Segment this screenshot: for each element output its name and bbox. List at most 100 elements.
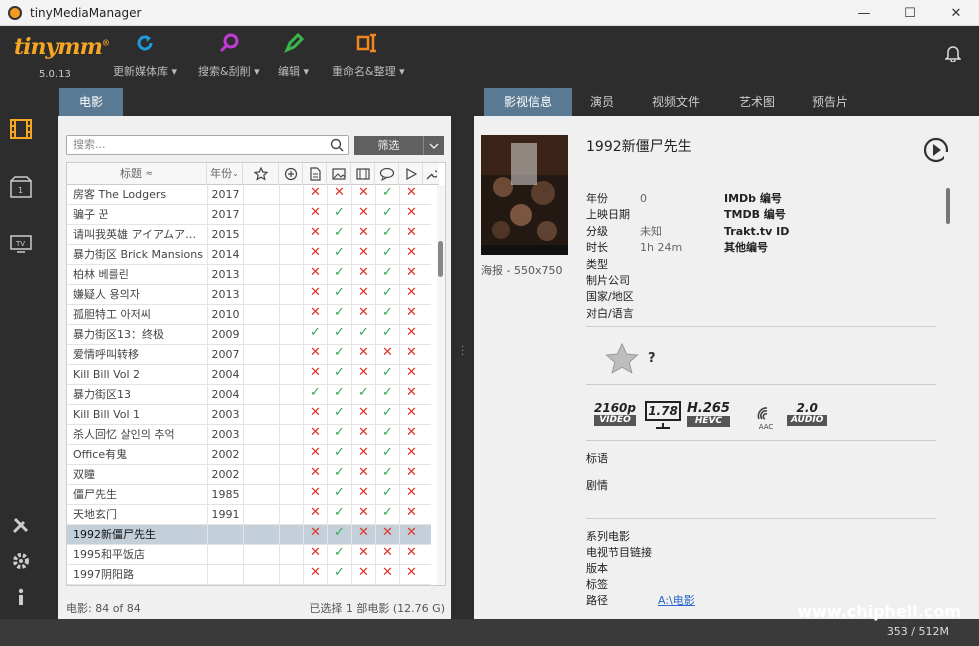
splitter-grip-icon[interactable]: · · · — [461, 343, 465, 361]
movie-detail-panel: 影视信息 演员 视频文件 艺术图 预告片 海报 - 550x750 1992新僵尸先生 … — [474, 86, 979, 619]
tab-detail-1[interactable]: 演员 — [572, 88, 632, 116]
cross-icon: ✕ — [351, 365, 375, 385]
detail-scrollbar[interactable] — [944, 152, 952, 618]
table-row[interactable]: 1995和平饭店 ✕ ✓ ✕ ✕ ✕ — [67, 545, 431, 565]
tab-detail-3[interactable]: 艺术图 — [720, 88, 794, 116]
cross-icon: ✕ — [303, 285, 327, 305]
row-new — [279, 545, 303, 565]
row-year: 2003 — [207, 405, 243, 425]
column-year[interactable]: 年份 ⌄ — [207, 163, 243, 185]
cross-icon: ✕ — [399, 225, 423, 245]
tab-detail-2[interactable]: 视频文件 — [632, 88, 720, 116]
row-new — [279, 205, 303, 225]
tab-detail-0[interactable]: 影视信息 — [484, 88, 572, 122]
row-rating — [243, 185, 279, 205]
table-row[interactable]: 嫌疑人 용의자 2013 ✕ ✓ ✕ ✓ ✕ — [67, 285, 431, 305]
table-row[interactable]: 天地玄门 1991 ✕ ✓ ✕ ✓ ✕ — [67, 505, 431, 525]
plot-label: 剧情 — [586, 479, 608, 492]
table-row[interactable]: 双瞳 2002 ✕ ✓ ✕ ✓ ✕ — [67, 465, 431, 485]
minimize-button[interactable]: — — [841, 0, 887, 26]
table-row[interactable]: 房客 The Lodgers 2017 ✕ ✕ ✕ ✓ ✕ — [67, 185, 431, 205]
row-title: Kill Bill Vol 1 — [73, 408, 141, 421]
column-title-label: 标题 — [119, 167, 142, 180]
bell-icon[interactable] — [945, 44, 961, 62]
update-library-button[interactable]: 更新媒体库 ▾ — [113, 32, 177, 79]
detail-scrollbar-thumb[interactable] — [946, 188, 950, 224]
row-year: 1985 — [207, 485, 243, 505]
app-icon — [8, 5, 22, 20]
wrench-icon — [426, 170, 437, 180]
column-trailer[interactable] — [351, 163, 375, 185]
extra-field-label: 标签 — [586, 578, 608, 591]
table-row[interactable]: Kill Bill Vol 1 2003 ✕ ✓ ✕ ✓ ✕ — [67, 405, 431, 425]
table-row[interactable]: 1992新僵尸先生 ✕ ✓ ✕ ✕ ✕ — [67, 525, 431, 545]
poster-image[interactable] — [481, 135, 568, 255]
scrollbar-thumb[interactable] — [438, 241, 443, 277]
audio-wave-icon — [757, 407, 768, 420]
column-settings[interactable] — [423, 163, 439, 185]
search-input[interactable]: 搜索... — [66, 135, 349, 155]
aspect-ratio-badge: 1.78 — [645, 401, 681, 421]
table-row[interactable]: 僵尸先生 1985 ✕ ✓ ✕ ✓ ✕ — [67, 485, 431, 505]
search-scrape-button[interactable]: 搜索&刮削 ▾ — [198, 32, 260, 79]
edit-label: 编辑 — [278, 65, 300, 78]
detail-tabs: 影视信息 演员 视频文件 艺术图 预告片 — [474, 86, 979, 122]
table-row[interactable]: 暴力街区 Brick Mansions 2014 ✕ ✓ ✕ ✓ ✕ — [67, 245, 431, 265]
row-rating — [243, 505, 279, 525]
table-row[interactable]: Office有鬼 2002 ✕ ✓ ✕ ✓ ✕ — [67, 445, 431, 465]
sidebar-item-moviesets[interactable]: 1 — [0, 166, 42, 208]
row-year: 2010 — [207, 305, 243, 325]
column-title[interactable]: 标题 ≈ — [67, 163, 207, 185]
sidebar-item-movies[interactable] — [0, 108, 42, 150]
movie-path-link[interactable]: A:\电影 — [658, 592, 695, 608]
maximize-button[interactable]: ☐ — [887, 0, 933, 26]
rename-organize-button[interactable]: 重命名&整理 ▾ — [332, 32, 405, 79]
chevron-down-icon[interactable] — [424, 136, 444, 155]
cross-icon: ✕ — [303, 305, 327, 325]
column-rating[interactable] — [243, 163, 279, 185]
update-library-label: 更新媒体库 — [113, 65, 168, 78]
field-label: 国家/地区 — [586, 290, 634, 304]
sidebar-item-tvshows[interactable]: TV — [0, 222, 42, 264]
table-row[interactable]: 柏林 베를린 2013 ✕ ✓ ✕ ✓ ✕ — [67, 265, 431, 285]
check-icon: ✓ — [327, 525, 351, 545]
row-rating — [243, 265, 279, 285]
row-rating — [243, 545, 279, 565]
table-row[interactable]: 孤胆特工 아저씨 2010 ✕ ✓ ✕ ✓ ✕ — [67, 305, 431, 325]
row-new — [279, 425, 303, 445]
column-watched[interactable] — [399, 163, 423, 185]
column-nfo[interactable] — [303, 163, 327, 185]
table-row[interactable]: 骗子 꾼 2017 ✕ ✓ ✕ ✓ ✕ — [67, 205, 431, 225]
external-id-label: TMDB 编号 — [724, 208, 786, 222]
search-icon[interactable] — [330, 138, 344, 152]
table-row[interactable]: 杀人回忆 살인의 추억 2003 ✕ ✓ ✕ ✓ ✕ — [67, 425, 431, 445]
table-row[interactable]: Kill Bill Vol 2 2004 ✕ ✓ ✕ ✓ ✕ — [67, 365, 431, 385]
row-title: 僵尸先生 — [73, 488, 117, 501]
field-label: 时长 — [586, 241, 608, 255]
edit-button[interactable]: 编辑 ▾ — [278, 32, 309, 79]
tab-detail-4[interactable]: 预告片 — [794, 88, 866, 116]
table-row[interactable]: 暴力街区13 2004 ✓ ✓ ✓ ✓ ✕ — [67, 385, 431, 405]
speech-bubble-icon — [379, 167, 394, 181]
check-icon: ✓ — [327, 545, 351, 565]
sidebar-item-info[interactable] — [0, 576, 42, 618]
table-row[interactable]: 爱情呼叫转移 2007 ✕ ✓ ✕ ✕ ✕ — [67, 345, 431, 365]
check-icon: ✓ — [375, 465, 399, 485]
table-row[interactable]: 暴力街区13：终极 2009 ✓ ✓ ✓ ✓ ✕ — [67, 325, 431, 345]
row-year: 2004 — [207, 365, 243, 385]
cross-icon: ✕ — [327, 185, 351, 205]
column-new[interactable] — [279, 163, 303, 185]
list-scrollbar[interactable] — [437, 185, 445, 585]
row-title: 嫌疑人 용의자 — [73, 288, 140, 301]
row-rating — [243, 325, 279, 345]
close-button[interactable]: ✕ — [933, 0, 979, 26]
audio-codec-badge: AAC — [756, 406, 776, 431]
cross-icon: ✕ — [399, 305, 423, 325]
column-subtitles[interactable] — [375, 163, 399, 185]
table-row[interactable]: 1997阴阳路 ✕ ✓ ✕ ✕ ✕ — [67, 565, 431, 585]
column-artwork[interactable] — [327, 163, 351, 185]
row-new — [279, 185, 303, 205]
tab-movies[interactable]: 电影 — [59, 88, 123, 122]
table-row[interactable]: 请叫我英雄 アイアムア… 2015 ✕ ✓ ✕ ✓ ✕ — [67, 225, 431, 245]
filter-button[interactable]: 筛选 — [354, 136, 444, 155]
